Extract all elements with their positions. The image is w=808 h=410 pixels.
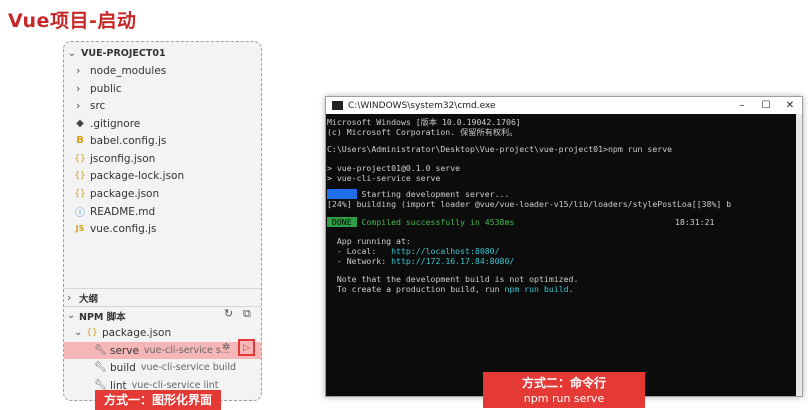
close-icon[interactable]: ✕ <box>778 100 802 111</box>
collapse-all-icon[interactable]: ⧉ <box>243 307 251 321</box>
terminal-line: - Network: http://172.16.17.84:8080/ <box>327 256 514 266</box>
scrollbar[interactable] <box>796 114 802 396</box>
script-name: serve <box>110 344 139 357</box>
debug-icon[interactable]: ✲ <box>222 342 230 353</box>
outline-title: 大纲 <box>79 293 99 305</box>
play-icon: ▷ <box>243 342 250 353</box>
terminal-line: INFO Starting development server... <box>327 189 509 199</box>
tree-item-package-lock[interactable]: {} package-lock.json <box>64 167 261 184</box>
terminal-text: To create a production build, run <box>327 284 505 294</box>
chevron-right-icon: › <box>76 64 81 77</box>
package-json-label: package.json <box>102 326 172 339</box>
tree-item-gitignore[interactable]: ◆ .gitignore <box>64 115 261 132</box>
chevron-right-icon: › <box>67 291 72 304</box>
wrench-icon: 🔧︎ <box>94 362 107 373</box>
cli-method-label: 方式二：命令行 npm run serve <box>483 372 645 408</box>
cmd-window-title: C:\WINDOWS\system32\cmd.exe <box>348 100 496 111</box>
package-json-node[interactable]: ⌄ {} package.json <box>64 324 261 341</box>
git-icon: ◆ <box>76 118 84 129</box>
terminal-line: App running at: <box>327 236 411 246</box>
info-icon: ⓘ <box>75 208 85 219</box>
chevron-right-icon: › <box>76 82 81 95</box>
cli-method-command: npm run serve <box>523 392 605 405</box>
tree-item-jsconfig[interactable]: {} jsconfig.json <box>64 150 261 167</box>
wrench-icon: 🔧︎ <box>94 345 107 356</box>
tree-item-src[interactable]: › src <box>64 97 261 114</box>
chevron-right-icon: › <box>76 99 81 112</box>
done-badge: DONE <box>327 217 357 227</box>
json-icon: {} <box>86 327 98 338</box>
tree-item-label: node_modules <box>90 64 167 77</box>
project-folder-header[interactable]: ⌄ VUE-PROJECT01 <box>64 45 261 62</box>
terminal-command: npm run build <box>504 284 569 294</box>
terminal-text: - Network: <box>327 256 392 266</box>
tree-item-label: vue.config.js <box>90 222 157 235</box>
script-name: build <box>110 361 136 374</box>
outline-section-header[interactable]: › 大纲 <box>64 289 261 306</box>
info-badge: INFO <box>327 189 357 199</box>
tree-item-package-json[interactable]: {} package.json <box>64 185 261 202</box>
json-icon: {} <box>74 170 86 181</box>
tree-item-babel-config[interactable]: B babel.config.js <box>64 132 261 149</box>
cmd-titlebar: C:\WINDOWS\system32\cmd.exe – ☐ ✕ <box>326 97 802 114</box>
maximize-icon[interactable]: ☐ <box>754 100 778 111</box>
terminal-text: Compiled successfully in 4538ms <box>356 217 515 227</box>
terminal-line: > vue-project01@0.1.0 serve <box>327 163 461 173</box>
tree-item-label: package-lock.json <box>90 169 185 182</box>
tree-item-vue-config[interactable]: JS vue.config.js <box>64 220 261 237</box>
cmd-app-icon <box>332 101 343 110</box>
chevron-down-icon: ⌄ <box>67 48 77 59</box>
tree-item-label: package.json <box>90 187 160 200</box>
js-file-icon: JS <box>75 224 85 233</box>
babel-icon: B <box>76 135 84 146</box>
tree-item-label: jsconfig.json <box>90 152 156 165</box>
npm-script-build[interactable]: 🔧︎ build vue-cli-service build <box>64 359 261 376</box>
cli-method-title: 方式二：命令行 <box>521 376 606 390</box>
network-url-link[interactable]: http://172.16.17.84:8080/ <box>391 256 514 266</box>
tree-item-label: README.md <box>90 205 156 218</box>
cmd-window: C:\WINDOWS\system32\cmd.exe – ☐ ✕ Micros… <box>325 96 803 397</box>
tree-item-label: babel.config.js <box>90 134 167 147</box>
terminal-line: DONE Compiled successfully in 4538ms 18:3… <box>327 217 795 227</box>
tree-item-label: public <box>90 82 122 95</box>
script-command: vue-cli-service s... <box>143 345 230 356</box>
refresh-icon[interactable]: ↻ <box>224 307 233 320</box>
terminal-line: [24%] building (import loader @vue/vue-l… <box>327 199 732 209</box>
slide-title: Vue项目-启动 <box>8 10 137 32</box>
terminal-line: (c) Microsoft Corporation. 保留所有权利。 <box>327 127 518 137</box>
terminal-line: To create a production build, run npm ru… <box>327 284 574 294</box>
tree-item-label: .gitignore <box>90 117 141 130</box>
chevron-down-icon: ⌄ <box>74 327 83 338</box>
script-command: vue-cli-service build <box>140 362 237 373</box>
npm-scripts-title: NPM 脚本 <box>79 311 126 323</box>
json-icon: {} <box>74 188 86 199</box>
run-script-button[interactable]: ▷ <box>238 339 255 356</box>
terminal-output: Microsoft Windows [版本 10.0.19042.1706] (… <box>326 114 796 396</box>
tree-item-readme[interactable]: ⓘ README.md <box>64 203 261 220</box>
npm-script-serve[interactable]: 🔧︎ serve vue-cli-service s... <box>64 342 261 359</box>
chevron-down-icon: ⌄ <box>67 310 76 321</box>
minimize-icon[interactable]: – <box>730 100 754 111</box>
terminal-line: - Local: http://localhost:8080/ <box>327 246 500 256</box>
project-name: VUE-PROJECT01 <box>81 48 166 59</box>
gui-method-label: 方式一：图形化界面 <box>95 390 221 410</box>
terminal-line: C:\Users\Administrator\Desktop\Vue-proje… <box>327 144 673 154</box>
terminal-text: . <box>568 284 574 294</box>
terminal-text: - Local: <box>327 246 392 256</box>
vscode-explorer-panel: ⌄ VUE-PROJECT01 › node_modules › public … <box>63 41 262 401</box>
local-url-link[interactable]: http://localhost:8080/ <box>391 246 499 256</box>
terminal-text: Starting development server... <box>356 189 510 199</box>
terminal-time: 18:31:21 <box>675 217 715 227</box>
terminal-line: > vue-cli-service serve <box>327 173 441 183</box>
tree-item-node-modules[interactable]: › node_modules <box>64 62 261 79</box>
json-icon: {} <box>74 153 86 164</box>
tree-item-public[interactable]: › public <box>64 80 261 97</box>
tree-item-label: src <box>90 99 106 112</box>
terminal-line: Note that the development build is not o… <box>327 274 579 284</box>
